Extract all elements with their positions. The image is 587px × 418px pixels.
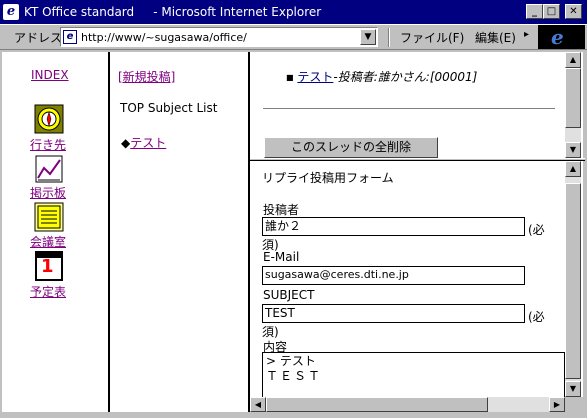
new-post-link[interactable]: [新規投稿]	[118, 68, 175, 85]
subject-label: SUBJECT	[263, 288, 315, 302]
page-icon: e	[63, 30, 77, 44]
form-scroll-thumb[interactable]	[565, 183, 581, 379]
subject-input[interactable]: TEST	[262, 304, 525, 323]
scroll-up-button[interactable]: ▲	[565, 52, 581, 68]
index-link[interactable]: INDEX	[31, 68, 69, 82]
form-scroll-up-button[interactable]: ▲	[565, 161, 581, 177]
ie-icon: e	[3, 4, 19, 20]
body-line-1: > テスト	[266, 354, 316, 368]
nav-link-schedule[interactable]: 予定表	[30, 283, 66, 300]
nav-link-destination[interactable]: 行き先	[30, 136, 66, 153]
required-note-subject: (必	[528, 310, 545, 324]
nav-frame: INDEX 行き先 掲示板 会議室 1 予定表	[2, 52, 108, 412]
scroll-down-button[interactable]: ▼	[565, 142, 581, 158]
menu-file[interactable]: ファイル(F)	[400, 29, 464, 46]
toolbar: アドレス e http://www/~sugasawa/office/ ▼ ファ…	[0, 24, 587, 50]
address-input[interactable]: http://www/~sugasawa/office/	[81, 31, 247, 44]
close-button[interactable]: ✕	[565, 4, 582, 19]
post-link[interactable]: テスト	[297, 70, 333, 84]
subject-list-header: TOP Subject List	[120, 101, 218, 115]
maximize-button[interactable]: □	[543, 4, 560, 19]
ie-logo-icon: e	[551, 25, 564, 49]
form-hscrollbar[interactable]: ◀ ▶	[250, 397, 565, 412]
nav-link-meeting[interactable]: 会議室	[30, 233, 66, 250]
scroll-right-button[interactable]: ▶	[549, 397, 565, 412]
bulletin-board-icon[interactable]	[34, 154, 64, 184]
title-bar: e KT Office standard - Microsoft Interne…	[0, 0, 587, 24]
ie-throbber: e	[538, 25, 585, 49]
author-input[interactable]: 誰か２	[262, 217, 525, 236]
address-bar[interactable]: e http://www/~sugasawa/office/ ▼	[60, 27, 378, 47]
email-input[interactable]: sugasawa@ceres.dti.ne.jp	[262, 266, 525, 285]
reply-form-heading: リプライ投稿用フォーム	[262, 171, 394, 185]
thread-link[interactable]: テスト	[130, 136, 166, 150]
menu-edit[interactable]: 編集(E)	[475, 29, 516, 46]
bullet-icon: ■	[286, 73, 294, 82]
delete-thread-button[interactable]: このスレッドの全削除	[264, 137, 438, 158]
nav-link-bulletin[interactable]: 掲示板	[30, 184, 66, 201]
meeting-room-icon[interactable]	[34, 202, 64, 232]
minimize-button[interactable]: _	[526, 4, 543, 19]
form-scrollbar[interactable]: ▲ ▼	[565, 161, 581, 397]
author-label: 投稿者	[263, 203, 300, 217]
calendar-icon[interactable]: 1	[35, 251, 63, 281]
body-line-2: ＴＥＳＴ	[266, 369, 323, 383]
chevron-right-icon[interactable]: ▸	[524, 29, 529, 40]
thread-view-frame: ■ テスト-投稿者:誰かさん:[00001] このスレッドの全削除 ▲ ▼	[250, 52, 583, 158]
required-note-author: (必	[528, 223, 545, 237]
thread-scrollbar[interactable]: ▲ ▼	[565, 52, 581, 158]
diamond-bullet-icon: ◆	[121, 136, 131, 150]
scroll-left-button[interactable]: ◀	[250, 397, 266, 412]
form-scroll-down-button[interactable]: ▼	[565, 381, 581, 397]
address-label: アドレス	[14, 31, 63, 45]
compass-icon[interactable]	[34, 104, 64, 134]
body-textarea[interactable]: > テスト ＴＥＳＴ	[262, 352, 565, 398]
email-label: E-Mail	[263, 250, 300, 264]
post-meta: -投稿者:誰かさん:[00001]	[333, 70, 478, 84]
list-frame: [新規投稿] TOP Subject List ◆テスト	[110, 52, 248, 412]
reply-form-frame: リプライ投稿用フォーム 投稿者 誰か２ (必 須) E-Mail sugasaw…	[250, 161, 583, 412]
hscroll-thumb[interactable]	[266, 397, 488, 412]
scroll-thumb[interactable]	[565, 68, 581, 128]
window-title: KT Office standard - Microsoft Internet …	[24, 5, 322, 19]
address-dropdown-button[interactable]: ▼	[360, 29, 376, 45]
